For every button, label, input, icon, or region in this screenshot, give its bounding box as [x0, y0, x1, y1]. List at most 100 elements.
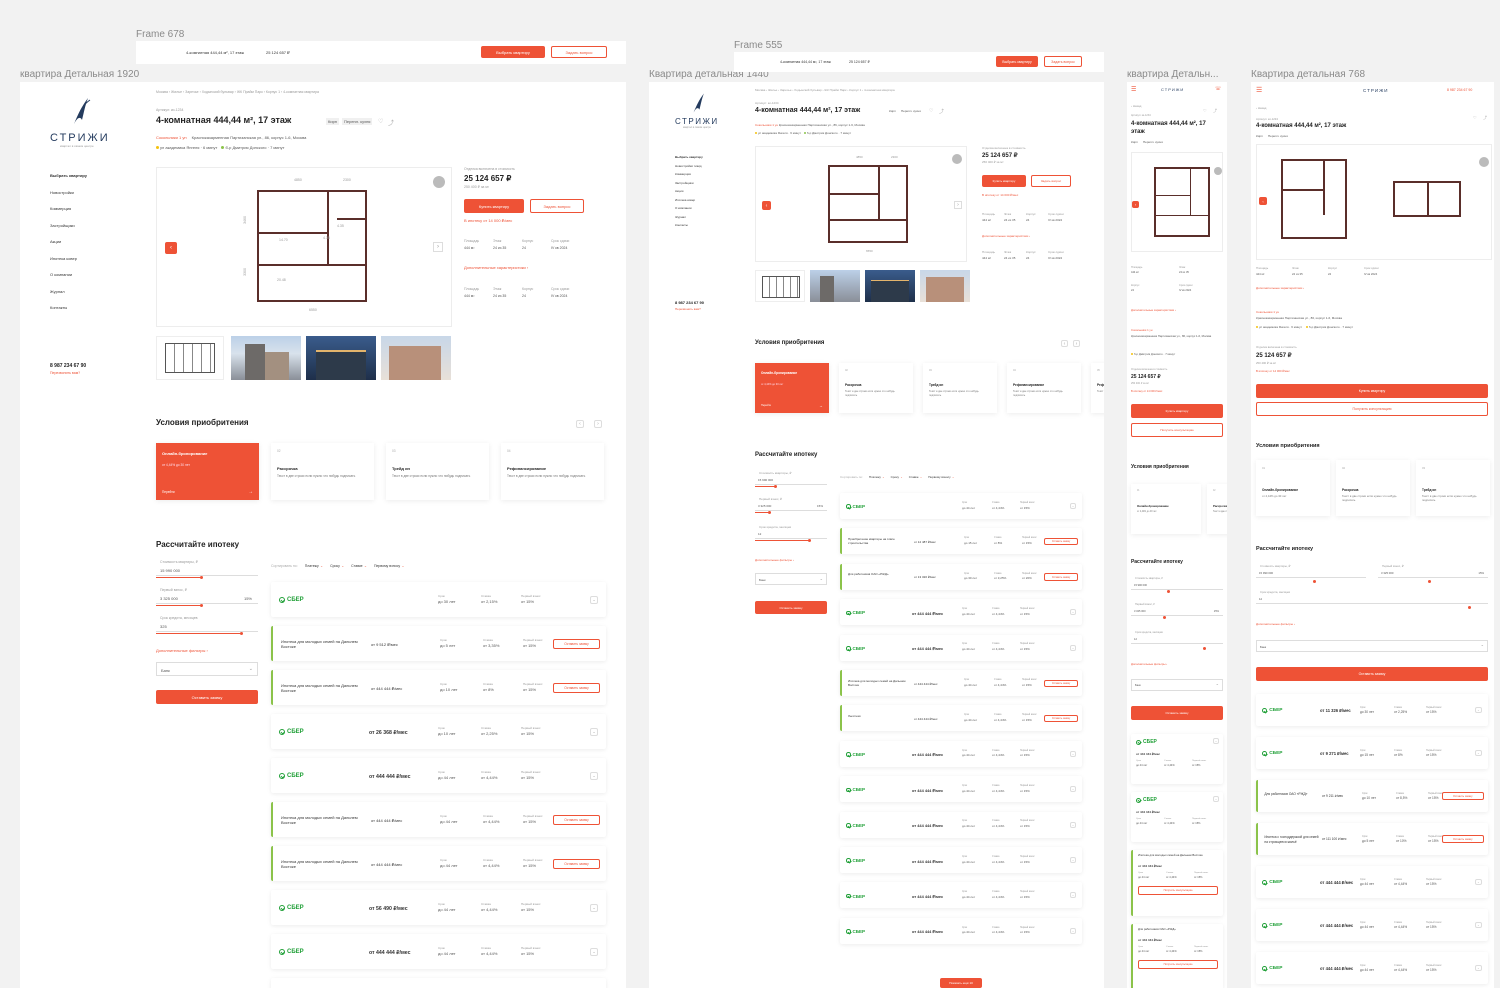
sort-option[interactable]: Первому взносу [928, 475, 950, 479]
sort-option[interactable]: Платежу [305, 564, 319, 568]
condition-card[interactable]: 03 Трейд ин Текст в две строки если нужно … [1416, 460, 1490, 516]
condition-card[interactable]: 02 Рассрочка Текст в две строки если нужно… [839, 363, 913, 413]
back-link[interactable]: ‹ Назад [1256, 106, 1266, 110]
offer-row-sber[interactable]: СБЕР от 11 326 ₽/мес Срок до 30 лет Ставка от… [1256, 694, 1488, 726]
sticky-buy-button[interactable]: Выбрать квартиру [481, 46, 545, 58]
share-icon[interactable]: ⤴ [388, 118, 394, 127]
floor-plan[interactable]: 4850 2300 6550 ‹ › [755, 146, 967, 262]
offer-row-sber[interactable]: СБЕРот 444 444 ₽/месСрокдо 44 летСтавкао… [840, 917, 1082, 944]
more-link[interactable]: Дополнительные характеристики › [982, 234, 1030, 238]
offer-row-program[interactable]: Для работников ОАО «РЖД» от 13 320 ₽/мес С… [840, 563, 1082, 590]
first-field[interactable]: 3 325 000 15% [156, 592, 258, 604]
expand-chevron-icon[interactable]: ⌄ [1070, 927, 1076, 934]
floor-plan[interactable]: ‹ [1256, 144, 1492, 260]
offer-row-sber[interactable]: СБЕРот 444 444 ₽/месСрокдо 44 летСтавкао… [840, 634, 1082, 661]
condition-card[interactable]: 04 Рефинансирование Текст в две строки есл… [1007, 363, 1081, 413]
offer-row-sber[interactable]: СБЕР Срок до 44 лет Ставка от 4,44% Первый вз… [840, 493, 1082, 519]
offer-apply-button[interactable]: Оставить заявку [553, 683, 600, 693]
offer-row-program[interactable]: Ипотека для молодых семей на Дальнем Вос… [840, 670, 1082, 696]
mortgage-submit-button[interactable]: Оставить заявку [156, 690, 258, 704]
callback-link[interactable]: Перезвонить вам? [675, 307, 701, 311]
buy-button[interactable]: Купить квартиру [982, 175, 1026, 187]
logo-text[interactable]: СТРИЖИ [50, 132, 110, 144]
share-icon[interactable]: ⤴ [939, 108, 944, 115]
offer-apply-button[interactable]: Оставить заявку [1044, 715, 1078, 723]
nav-item[interactable]: Ипотека ковер [675, 198, 695, 202]
offer-apply-button[interactable]: Оставить заявку [553, 859, 600, 869]
term-field[interactable]: 325 [156, 620, 258, 632]
bank-select[interactable]: Банк ⌄ [755, 573, 827, 585]
mortgage-submit-button[interactable]: Оставить заявку [755, 601, 827, 614]
buy-button[interactable]: Купить квартиру [464, 199, 524, 213]
offer-row-sber[interactable]: СБЕРот 444 444 ₽/месСрокдо 44 летСтавкао… [1131, 792, 1223, 842]
ask-button[interactable]: Задать вопрос [530, 199, 584, 213]
nav-item[interactable]: Новостройки [50, 190, 74, 195]
price-field[interactable]: 15 990 000 [1131, 581, 1223, 590]
nav-item[interactable]: О компании [675, 206, 692, 210]
share-icon[interactable]: ⤴ [1213, 108, 1217, 114]
thumb-photo-1[interactable] [810, 270, 860, 302]
condition-card[interactable]: 05 Рефинан Текст в две [1091, 363, 1104, 413]
bank-select[interactable]: Банк ⌄ [1131, 679, 1223, 691]
offer-row-program[interactable]: Для работников ОАО «РЖД» от 9 211 ₽/мес Ср… [1256, 780, 1488, 812]
first-field[interactable]: 3 325 000 15% [755, 501, 827, 511]
callback-link[interactable]: Перезвонить вам? [50, 371, 80, 375]
sort-option[interactable]: Сроку [891, 475, 899, 479]
logo-text[interactable]: СТРИЖИ [675, 117, 719, 126]
offer-row-sber[interactable]: СБЕРот 444 444 ₽/месСрокдо 44 летСтавкао… [271, 934, 606, 969]
offer-row-sber[interactable]: СБЕРот 444 444 ₽/месСрокдо 44 летСтавкао… [1256, 952, 1488, 984]
sticky-ask-button[interactable]: Задать вопрос [551, 46, 607, 58]
offer-row-sber[interactable]: СБЕРот 444 444 ₽/месСрокдо 44 летСтавкао… [840, 599, 1082, 626]
conditions-next-icon[interactable]: › [1073, 340, 1080, 347]
first-slider-handle[interactable] [1163, 616, 1166, 619]
buy-button[interactable]: Купить квартиру [1256, 384, 1488, 398]
offer-row-sber[interactable]: СБЕРот 444 444 ₽/месСрокдо 44 летСтавкао… [271, 758, 606, 793]
mortgage-submit-button[interactable]: Оставить заявку [1131, 706, 1223, 720]
zoom-icon[interactable] [952, 154, 962, 164]
offer-row-program[interactable]: Льготная от 444 444 ₽/мес Срок до 44 лет Ста… [840, 705, 1082, 732]
offer-row-sber[interactable]: СБЕРот 444 444 ₽/месСрокдо 44 летСтавкао… [840, 740, 1082, 767]
conditions-prev-icon[interactable]: ‹ [1061, 340, 1068, 347]
favorite-icon[interactable]: ♡ [1203, 108, 1207, 113]
logo-text[interactable]: СТРИЖИ [1161, 87, 1184, 92]
plan-prev-icon[interactable]: ‹ [762, 201, 771, 210]
condition-card[interactable]: Онлайн-бронирование от 4,44% до 30 лет Пер… [156, 443, 259, 500]
nav-item[interactable]: Контакты [675, 223, 688, 227]
price-slider-handle[interactable] [1313, 580, 1316, 583]
expand-chevron-icon[interactable]: ⌄ [1213, 738, 1219, 744]
price-slider-handle[interactable] [1167, 590, 1170, 593]
phone[interactable]: 8 987 234 67 90 [675, 300, 704, 305]
phone[interactable]: 8 987 234 67 90 [1447, 88, 1472, 92]
term-slider-handle[interactable] [808, 539, 811, 542]
condition-card[interactable]: 03 Трейд ин Текст в две строки если нужно … [386, 443, 489, 500]
floor-plan[interactable]: ‹ [1131, 152, 1223, 252]
price-slider-handle[interactable] [774, 485, 777, 488]
sort-option[interactable]: Ставке [351, 564, 362, 568]
term-slider-handle[interactable] [240, 632, 243, 635]
nav-item[interactable]: Новостройки тикид [675, 164, 702, 168]
offer-row-sber[interactable]: СБЕРот 444 444 ₽/месСрокдо 44 летСтавкао… [840, 882, 1082, 909]
nav-item[interactable]: О компании [50, 272, 72, 277]
offer-row-sber[interactable]: СБЕРот 444 444 ₽/месСрокдо 44 летСтавкао… [840, 847, 1082, 873]
back-link[interactable]: ‹ Назад [1131, 104, 1141, 108]
expand-chevron-icon[interactable]: ⌄ [1070, 644, 1076, 651]
conditions-next-icon[interactable]: › [594, 420, 602, 428]
condition-card[interactable]: 03 Трейд ин Текст в две строки если нужно … [923, 363, 997, 413]
term-field[interactable]: 12 [1256, 594, 1488, 604]
bank-select[interactable]: Банк ⌄ [156, 662, 258, 676]
expand-chevron-icon[interactable]: ⌄ [1475, 706, 1482, 714]
offer-row-program[interactable]: Ипотека для молодых семей на Дальнем Вос… [271, 846, 606, 881]
plan-next-icon[interactable]: › [433, 242, 443, 252]
offer-row-program[interactable]: Ипотека для молодых семей на Дальнем Вос… [271, 670, 606, 705]
offer-row-sber[interactable]: СБЕРот 444 444 ₽/месСрокдо 44 летСтавкао… [1131, 734, 1223, 784]
term-field[interactable]: 12 [755, 529, 827, 539]
plan-next-icon[interactable]: › [954, 201, 962, 209]
condition-link[interactable]: Перейти [761, 404, 771, 407]
offer-apply-button[interactable]: Оставить заявку [553, 639, 600, 649]
condition-card[interactable]: 02 Рассрочка Текст в две строки если нужно… [1207, 484, 1227, 534]
plan-prev-icon[interactable]: ‹ [165, 242, 177, 254]
first-slider-handle[interactable] [200, 604, 203, 607]
nav-item[interactable]: Ипотека ковер [50, 256, 77, 261]
offer-row-sber[interactable]: СБЕР от 56 490 ₽/мес Срок до 44 лет Ставка от… [271, 890, 606, 925]
favorite-icon[interactable]: ♡ [1473, 115, 1477, 120]
